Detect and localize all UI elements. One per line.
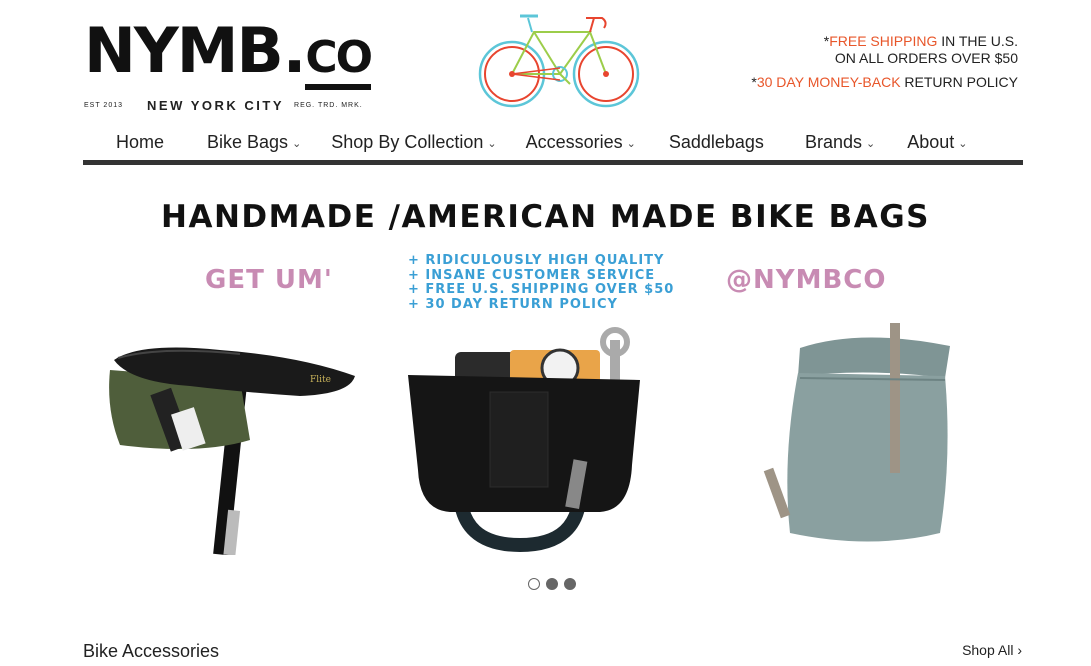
nav-item-brands[interactable]: Brands ⌄ (805, 132, 875, 153)
logo-reg: REG. TRD. MRK. (294, 102, 363, 109)
nav-item-about[interactable]: About ⌄ (907, 132, 967, 153)
promo-line-2: ON ALL ORDERS OVER $50 (834, 50, 1018, 66)
svg-text:Flite: Flite (310, 375, 331, 385)
nav-label-saddlebags: Saddlebags (668, 131, 764, 152)
nav-label-home: Home (116, 131, 165, 152)
section-title-bike-accessories: Bike Accessories (83, 641, 220, 661)
logo-dot: . (282, 14, 307, 87)
carousel-dots (528, 578, 576, 590)
nav-item-home[interactable]: Home (116, 132, 164, 153)
backpack-product-image[interactable] (760, 318, 960, 553)
nav-label-shop-by-collection: Shop By Collection (331, 131, 484, 152)
hero-title: HANDMADE /AMERICAN MADE BIKE BAGS (161, 199, 930, 235)
chevron-down-icon: ⌄ (958, 137, 968, 150)
nav-label-bike-bags: Bike Bags (207, 131, 289, 152)
shipping-promo: *FREE SHIPPING IN THE U.S. ON ALL ORDERS… (751, 33, 1018, 91)
promo-line-3-rest: RETURN POLICY (900, 74, 1018, 90)
nav-item-saddlebags[interactable]: Saddlebags (669, 132, 764, 153)
hero-social-handle[interactable]: @NYMBCO (726, 265, 886, 295)
logo-city: NEW YORK CITY (147, 98, 285, 113)
promo-money-back: 30 DAY MONEY-BACK (756, 74, 901, 90)
logo-est: EST 2013 (84, 102, 124, 109)
shop-all-link[interactable]: Shop All › (962, 642, 1022, 658)
feature-item: + FREE U.S. SHIPPING OVER $50 (408, 282, 675, 297)
logo-co-text: CO (305, 36, 373, 90)
frame-bag-product-image[interactable] (400, 320, 660, 560)
carousel-dot-1[interactable] (528, 578, 540, 590)
page: NYMB. CO EST 2013 NEW YORK CITY REG. TRD.… (0, 0, 1091, 666)
feature-item: + INSANE CUSTOMER SERVICE (408, 267, 656, 283)
promo-free-shipping: FREE SHIPPING (829, 33, 938, 49)
main-nav: Home Bike Bags ⌄ Shop By Collection ⌄ Ac… (83, 124, 1023, 165)
feature-item: + 30 DAY RETURN POLICY (408, 296, 618, 312)
nav-label-accessories: Accessories (525, 131, 623, 152)
logo-main-text: NYMB (84, 14, 284, 87)
promo-line-1: *FREE SHIPPING IN THE U.S. (751, 33, 1018, 50)
promo-line-1-rest: IN THE U.S. (937, 33, 1018, 49)
carousel-dot-2[interactable] (546, 578, 558, 590)
hero-features-list: + RIDICULOUSLY HIGH QUALITY + INSANE CUS… (408, 253, 675, 312)
chevron-down-icon: ⌄ (865, 137, 876, 150)
nav-item-shop-by-collection[interactable]: Shop By Collection ⌄ (331, 132, 496, 153)
promo-line-3: *30 DAY MONEY-BACK RETURN POLICY (751, 74, 1018, 91)
feature-item: + RIDICULOUSLY HIGH QUALITY (408, 253, 665, 268)
logo-subline: EST 2013 NEW YORK CITY REG. TRD. MRK. (84, 98, 384, 113)
site-logo[interactable]: NYMB. CO EST 2013 NEW YORK CITY REG. TRD.… (84, 20, 384, 114)
bicycle-illustration (478, 14, 640, 108)
nav-item-bike-bags[interactable]: Bike Bags ⌄ (207, 132, 301, 153)
saddlebag-product-image[interactable]: Flite (100, 320, 370, 555)
logo-wordmark: NYMB. CO (84, 20, 384, 90)
carousel-dot-3[interactable] (564, 578, 576, 590)
chevron-down-icon: ⌄ (626, 137, 636, 150)
chevron-down-icon: ⌄ (292, 137, 302, 150)
hero-get-um[interactable]: GET UM' (205, 265, 333, 295)
nav-item-accessories[interactable]: Accessories ⌄ (526, 132, 636, 153)
chevron-down-icon: ⌄ (487, 137, 497, 150)
nav-label-about: About (907, 131, 955, 152)
nav-label-brands: Brands (804, 131, 862, 152)
